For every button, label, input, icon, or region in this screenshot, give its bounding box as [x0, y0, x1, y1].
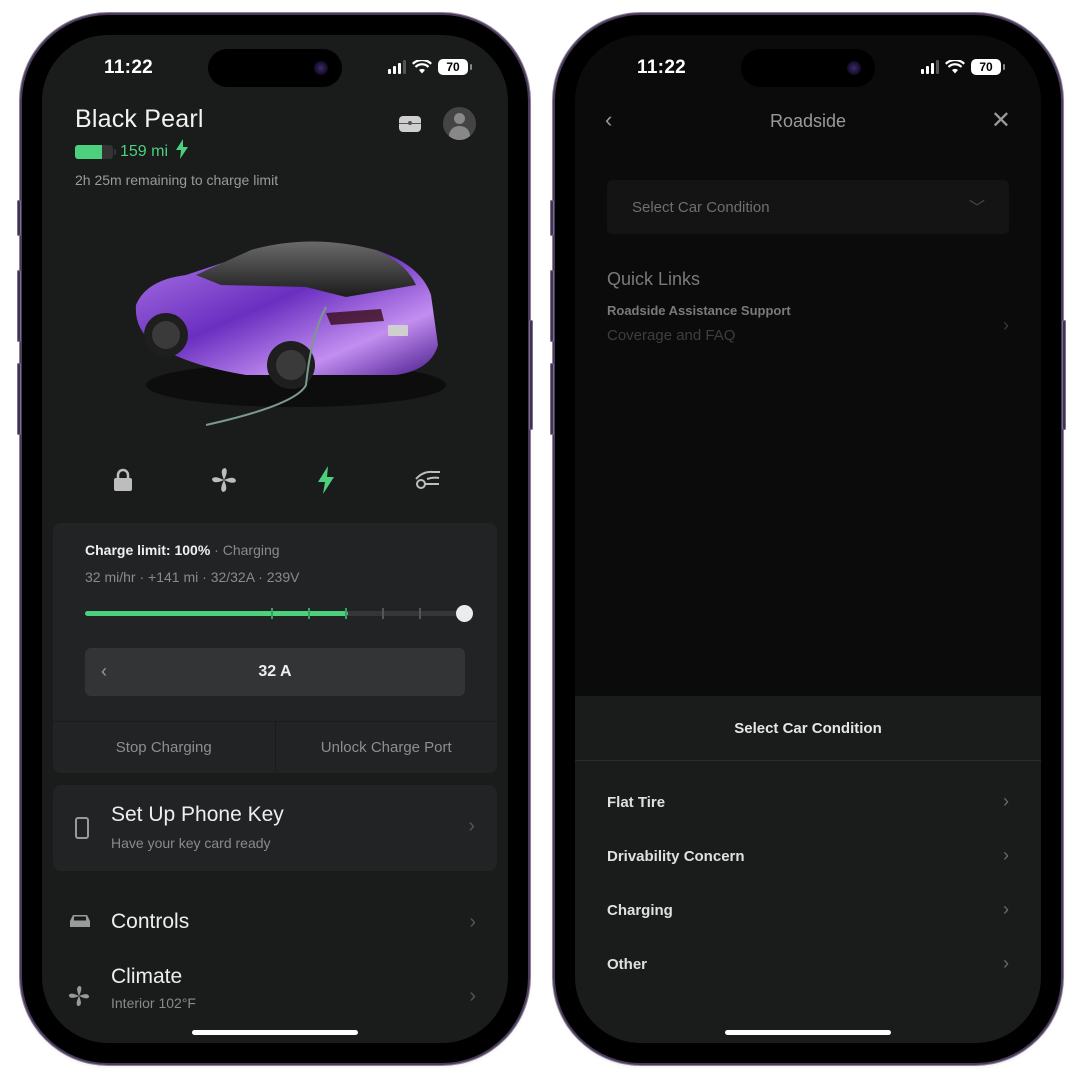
phone-frame-left: 11:22 70 Black Pearl 159 mi 2h 25m remai…	[17, 15, 533, 1063]
phone-key-title: Set Up Phone Key	[111, 803, 284, 826]
sheet-title: Select Car Condition	[575, 696, 1041, 761]
option-flat-tire[interactable]: Flat Tire ›	[607, 784, 1009, 824]
status-time: 11:22	[637, 57, 687, 78]
option-label: Charging	[607, 902, 673, 919]
chevron-right-icon: ›	[1003, 953, 1009, 973]
car-condition-sheet: Select Car Condition Flat Tire › Drivabi…	[575, 696, 1041, 1043]
charge-limit-slider[interactable]	[85, 603, 473, 623]
charging-bolt-icon	[175, 139, 189, 164]
fan-icon	[68, 985, 90, 1012]
phone-key-card[interactable]: Set Up Phone Key Have your key card read…	[53, 785, 497, 871]
charge-status: Charging	[222, 542, 280, 558]
slider-tick	[418, 608, 421, 619]
volume-up-button	[17, 270, 21, 342]
status-bar: 11:22 70	[575, 55, 1041, 83]
home-indicator[interactable]	[725, 1030, 891, 1035]
slider-tick	[381, 608, 384, 619]
quick-link-title: Roadside Assistance Support	[607, 303, 791, 318]
charge-remaining-text: 2h 25m remaining to charge limit	[75, 172, 279, 188]
close-icon[interactable]: ✕	[991, 106, 1011, 135]
option-other[interactable]: Other ›	[607, 946, 1009, 986]
bolt-icon[interactable]	[306, 460, 346, 500]
profile-avatar[interactable]	[443, 107, 476, 140]
chevron-right-icon: ›	[1003, 791, 1009, 811]
vehicle-battery-icon	[75, 144, 116, 159]
phone-icon	[75, 817, 89, 839]
slider-tick	[270, 608, 273, 619]
charge-limit-line: Charge limit: 100% · Charging	[85, 542, 280, 558]
action-button	[17, 200, 21, 236]
power-button	[529, 320, 533, 430]
quick-link-subtitle: Coverage and FAQ	[607, 327, 736, 344]
volume-down-button	[17, 363, 21, 435]
charge-voltage: 239V	[266, 569, 300, 585]
battery-indicator: 70	[971, 59, 1005, 75]
quick-link-roadside-support[interactable]: Roadside Assistance Support Coverage and…	[607, 303, 1009, 353]
vehicle-image	[135, 241, 446, 426]
chevron-right-icon: ›	[1003, 315, 1009, 335]
car-icon	[68, 913, 92, 934]
option-label: Drivability Concern	[607, 848, 745, 865]
unlock-charge-port-button[interactable]: Unlock Charge Port	[274, 722, 498, 773]
wifi-icon	[945, 60, 965, 74]
roadside-screen: 11:22 70 ‹ Roadside ✕ Select Car Conditi…	[575, 35, 1041, 1043]
quick-controls	[42, 460, 508, 500]
slider-tick	[344, 608, 347, 619]
fan-icon[interactable]	[204, 460, 244, 500]
home-indicator[interactable]	[192, 1030, 358, 1035]
vehicle-range: 159 mi	[120, 142, 169, 160]
battery-indicator: 70	[438, 59, 472, 75]
lock-icon[interactable]	[103, 460, 143, 500]
amperage-value: 32 A	[258, 663, 292, 680]
climate-interior-temp: Interior 102°F	[111, 995, 196, 1011]
chevron-right-icon: ›	[468, 815, 475, 837]
slider-tick	[307, 608, 310, 619]
option-label: Flat Tire	[607, 794, 666, 811]
stop-charging-button[interactable]: Stop Charging	[53, 722, 275, 773]
menu-item-climate[interactable]: Climate Interior 102°F ›	[42, 963, 508, 1023]
range-added: +141 mi	[148, 569, 199, 585]
volume-up-button	[550, 270, 554, 342]
slider-knob[interactable]	[456, 605, 473, 622]
phone-frame-right: 11:22 70 ‹ Roadside ✕ Select Car Conditi…	[550, 15, 1066, 1063]
wifi-icon	[412, 60, 432, 74]
status-bar: 11:22 70	[42, 55, 508, 83]
option-charging[interactable]: Charging ›	[607, 892, 1009, 932]
amperage-stepper[interactable]: ‹ 32 A	[85, 648, 465, 696]
menu-item-controls[interactable]: Controls ›	[42, 903, 508, 943]
nav-bar: ‹ Roadside ✕	[575, 105, 1041, 139]
chevron-right-icon: ›	[469, 985, 476, 1007]
chevron-right-icon: ›	[1003, 899, 1009, 919]
frunk-icon[interactable]	[407, 460, 447, 500]
chevron-right-icon: ›	[1003, 845, 1009, 865]
power-button	[1062, 320, 1066, 430]
charging-card: Charge limit: 100% · Charging 32 mi/hr ·…	[53, 523, 497, 773]
chest-icon[interactable]	[399, 115, 421, 132]
status-time: 11:22	[104, 57, 154, 78]
charge-stats: 32 mi/hr · +141 mi · 32/32A · 239V	[85, 569, 300, 585]
car-condition-select[interactable]: Select Car Condition ﹀	[607, 180, 1009, 234]
charge-current: 32/32A	[210, 569, 255, 585]
climate-label: Climate	[111, 965, 183, 988]
quick-links-heading: Quick Links	[607, 269, 701, 289]
action-button	[550, 200, 554, 236]
phone-key-subtitle: Have your key card ready	[111, 835, 271, 851]
car-condition-placeholder: Select Car Condition	[632, 199, 770, 216]
controls-label: Controls	[111, 910, 190, 933]
chevron-right-icon: ›	[469, 911, 476, 933]
page-title: Roadside	[769, 111, 847, 131]
option-drivability-concern[interactable]: Drivability Concern ›	[607, 838, 1009, 878]
option-label: Other	[607, 956, 648, 973]
tesla-home-screen: 11:22 70 Black Pearl 159 mi 2h 25m remai…	[42, 35, 508, 1043]
charge-limit-label: Charge limit: 100%	[85, 542, 211, 558]
cellular-signal-icon	[921, 60, 939, 74]
chevron-down-icon: ﹀	[968, 200, 985, 217]
cellular-signal-icon	[388, 60, 406, 74]
charge-rate: 32 mi/hr	[85, 569, 136, 585]
volume-down-button	[550, 363, 554, 435]
